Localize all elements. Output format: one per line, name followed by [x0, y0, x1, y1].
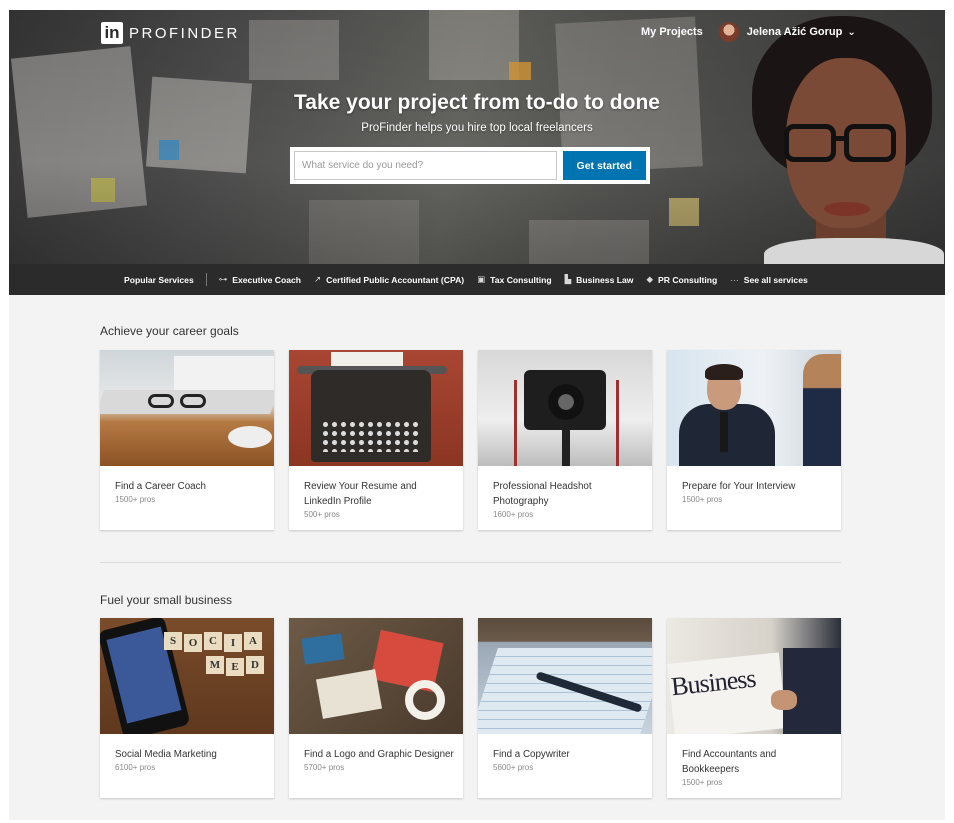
briefcase-icon: ▙ — [564, 274, 572, 284]
service-link-label: Executive Coach — [232, 274, 302, 285]
service-link-pr-consulting[interactable]: ◆ PR Consulting — [646, 274, 717, 285]
popular-services-label: Popular Services — [124, 274, 194, 285]
service-link-executive-coach[interactable]: ⊶ Executive Coach — [219, 274, 301, 285]
more-icon: ··· — [730, 274, 739, 285]
linkedin-icon: in — [101, 22, 123, 44]
card-logo-graphic-designer[interactable]: Find a Logo and Graphic Designer 5700+ pr… — [289, 618, 463, 798]
hero-title: Take your project from to-do to done — [294, 91, 660, 114]
logo-wordmark: PROFINDER — [129, 24, 240, 42]
card-count: 1500+ pros — [682, 778, 723, 787]
card-count: 1600+ pros — [493, 510, 534, 519]
card-title: Find a Copywriter 5600+ pros — [493, 747, 643, 773]
key-icon: ⊶ — [218, 274, 228, 284]
service-link-label: Tax Consulting — [490, 274, 552, 285]
card-career-coach[interactable]: Find a Career Coach 1500+ pros — [100, 350, 274, 530]
card-accountants-bookkeepers[interactable]: Business Find Accountants and Bookkeeper… — [667, 618, 841, 798]
service-search-input[interactable] — [294, 151, 557, 180]
card-image: S O C I A M E D — [100, 618, 274, 734]
chart-icon: ↗ — [314, 274, 322, 284]
divider — [205, 273, 207, 286]
small-business-cards: S O C I A M E D Social Media Marketing 61… — [100, 618, 856, 798]
card-image: Business — [667, 618, 841, 734]
section-divider — [100, 562, 841, 563]
card-image — [100, 350, 274, 466]
card-image — [478, 618, 652, 734]
user-name-menu[interactable]: Jelena Ažić Gorup — [747, 26, 843, 38]
service-link-label: Business Law — [576, 274, 634, 285]
service-link-business-law[interactable]: ▙ Business Law — [565, 274, 634, 285]
card-resume-review[interactable]: Review Your Resume and LinkedIn Profile 5… — [289, 350, 463, 530]
service-link-tax-consulting[interactable]: ▣ Tax Consulting — [477, 274, 551, 285]
card-title: Review Your Resume and LinkedIn Profile 5… — [304, 479, 454, 520]
card-count: 6100+ pros — [115, 763, 156, 772]
popular-services-bar: Popular Services ⊶ Executive Coach ↗ Cer… — [9, 264, 945, 295]
avatar[interactable] — [718, 22, 739, 42]
card-social-media-marketing[interactable]: S O C I A M E D Social Media Marketing 61… — [100, 618, 274, 798]
hero-subtitle: ProFinder helps you hire top local freel… — [361, 122, 593, 134]
chevron-down-icon[interactable]: ⌄ — [847, 27, 855, 38]
card-count: 1500+ pros — [682, 495, 723, 504]
card-count: 1500+ pros — [115, 495, 156, 504]
section-title-career: Achieve your career goals — [100, 324, 239, 338]
get-started-button[interactable]: Get started — [562, 151, 646, 180]
card-headshot-photography[interactable]: Professional Headshot Photography 1600+ p… — [478, 350, 652, 530]
top-navigation: in PROFINDER My Projects Jelena Ažić Gor… — [9, 10, 945, 54]
profinder-logo[interactable]: in PROFINDER — [101, 22, 240, 44]
card-count: 5600+ pros — [493, 763, 534, 772]
card-title: Find a Logo and Graphic Designer 5700+ pr… — [304, 749, 454, 772]
my-projects-link[interactable]: My Projects — [641, 26, 703, 38]
card-title: Social Media Marketing 6100+ pros — [115, 747, 265, 773]
service-link-label: PR Consulting — [658, 274, 718, 285]
card-image — [667, 350, 841, 466]
card-title: Find Accountants and Bookkeepers 1500+ pr… — [682, 747, 832, 788]
card-count: 5700+ pros — [304, 763, 345, 772]
card-image — [478, 350, 652, 466]
card-image — [289, 350, 463, 466]
career-cards: Find a Career Coach 1500+ pros Review You… — [100, 350, 856, 530]
service-link-cpa[interactable]: ↗ Certified Public Accountant (CPA) — [314, 274, 464, 285]
service-link-label: Certified Public Accountant (CPA) — [326, 274, 465, 285]
tag-icon: ◆ — [646, 274, 654, 284]
receipt-icon: ▣ — [477, 274, 486, 284]
page-frame: in PROFINDER My Projects Jelena Ažić Gor… — [9, 10, 945, 820]
see-all-services-link[interactable]: ··· See all services — [730, 275, 808, 285]
service-search-box: Get started — [290, 147, 650, 184]
card-interview-prep[interactable]: Prepare for Your Interview 1500+ pros — [667, 350, 841, 530]
card-count: 500+ pros — [304, 510, 340, 519]
card-copywriter[interactable]: Find a Copywriter 5600+ pros — [478, 618, 652, 798]
card-title: Professional Headshot Photography 1600+ p… — [493, 479, 643, 520]
user-nav: My Projects Jelena Ažić Gorup ⌄ — [641, 22, 856, 42]
hero-banner: in PROFINDER My Projects Jelena Ažić Gor… — [9, 10, 945, 264]
card-title: Find a Career Coach 1500+ pros — [115, 479, 265, 505]
card-title: Prepare for Your Interview 1500+ pros — [682, 479, 832, 505]
service-link-label: See all services — [743, 274, 808, 285]
card-image — [289, 618, 463, 734]
section-title-small-business: Fuel your small business — [100, 593, 233, 607]
